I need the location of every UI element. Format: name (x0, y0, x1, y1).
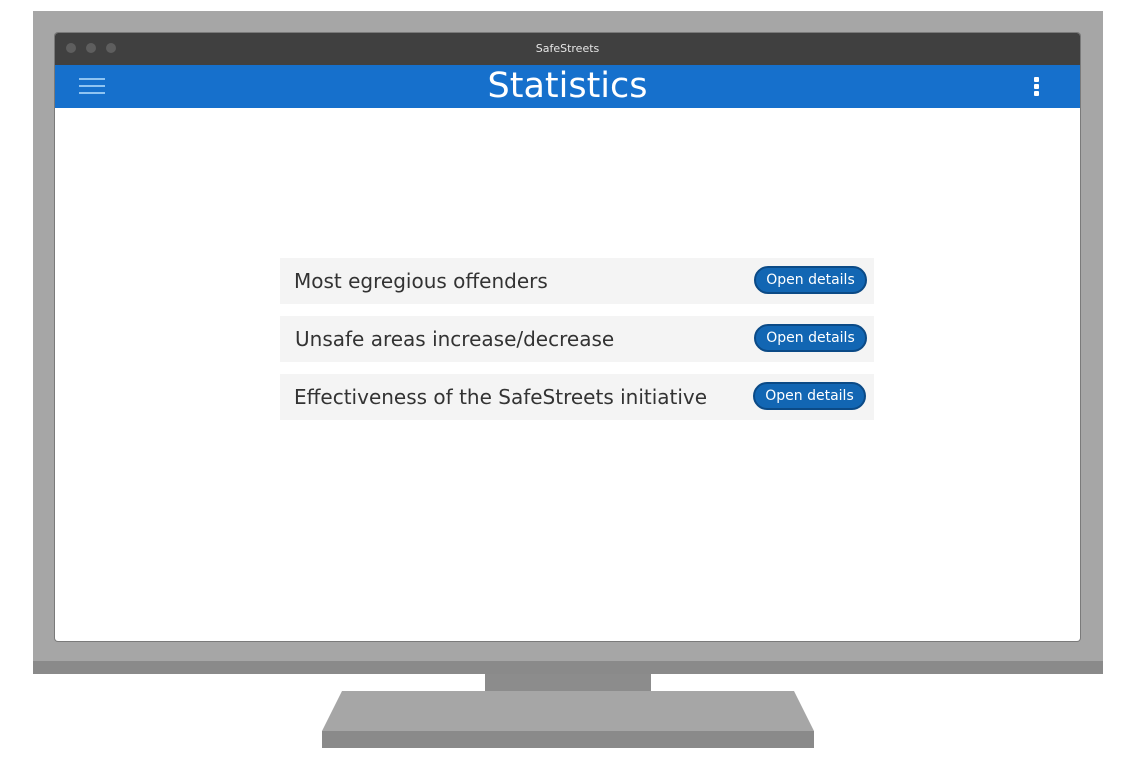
monitor-stand-base (322, 691, 814, 748)
stat-row-effectiveness: Effectiveness of the SafeStreets initiat… (280, 374, 874, 420)
stat-row-most-egregious-offenders: Most egregious offenders Open details (280, 258, 874, 304)
stat-label: Unsafe areas increase/decrease (295, 327, 615, 351)
vertical-ellipsis-icon[interactable] (1030, 75, 1044, 99)
open-details-button[interactable]: Open details (753, 382, 866, 410)
app-bar: Statistics (55, 65, 1080, 108)
open-details-button[interactable]: Open details (754, 266, 867, 294)
stat-label: Most egregious offenders (294, 269, 548, 293)
stat-row-unsafe-areas: Unsafe areas increase/decrease Open deta… (280, 316, 874, 362)
window-titlebar: SafeStreets (55, 33, 1080, 65)
open-details-button[interactable]: Open details (754, 324, 867, 352)
screen: SafeStreets Statistics Most egregious of… (0, 0, 1129, 772)
app-window: SafeStreets Statistics Most egregious of… (55, 33, 1080, 641)
stat-label: Effectiveness of the SafeStreets initiat… (294, 385, 708, 409)
page-title: Statistics (487, 66, 648, 106)
monitor-chin (33, 661, 1103, 674)
window-title: SafeStreets (535, 42, 600, 55)
